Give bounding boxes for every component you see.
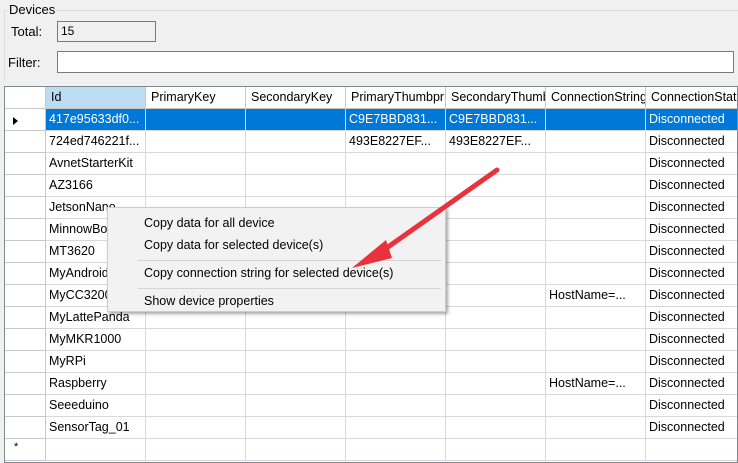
annotation-arrow-head	[352, 240, 392, 268]
annotation-arrow-shaft	[375, 167, 500, 257]
annotation-arrow-overlay	[352, 167, 500, 268]
